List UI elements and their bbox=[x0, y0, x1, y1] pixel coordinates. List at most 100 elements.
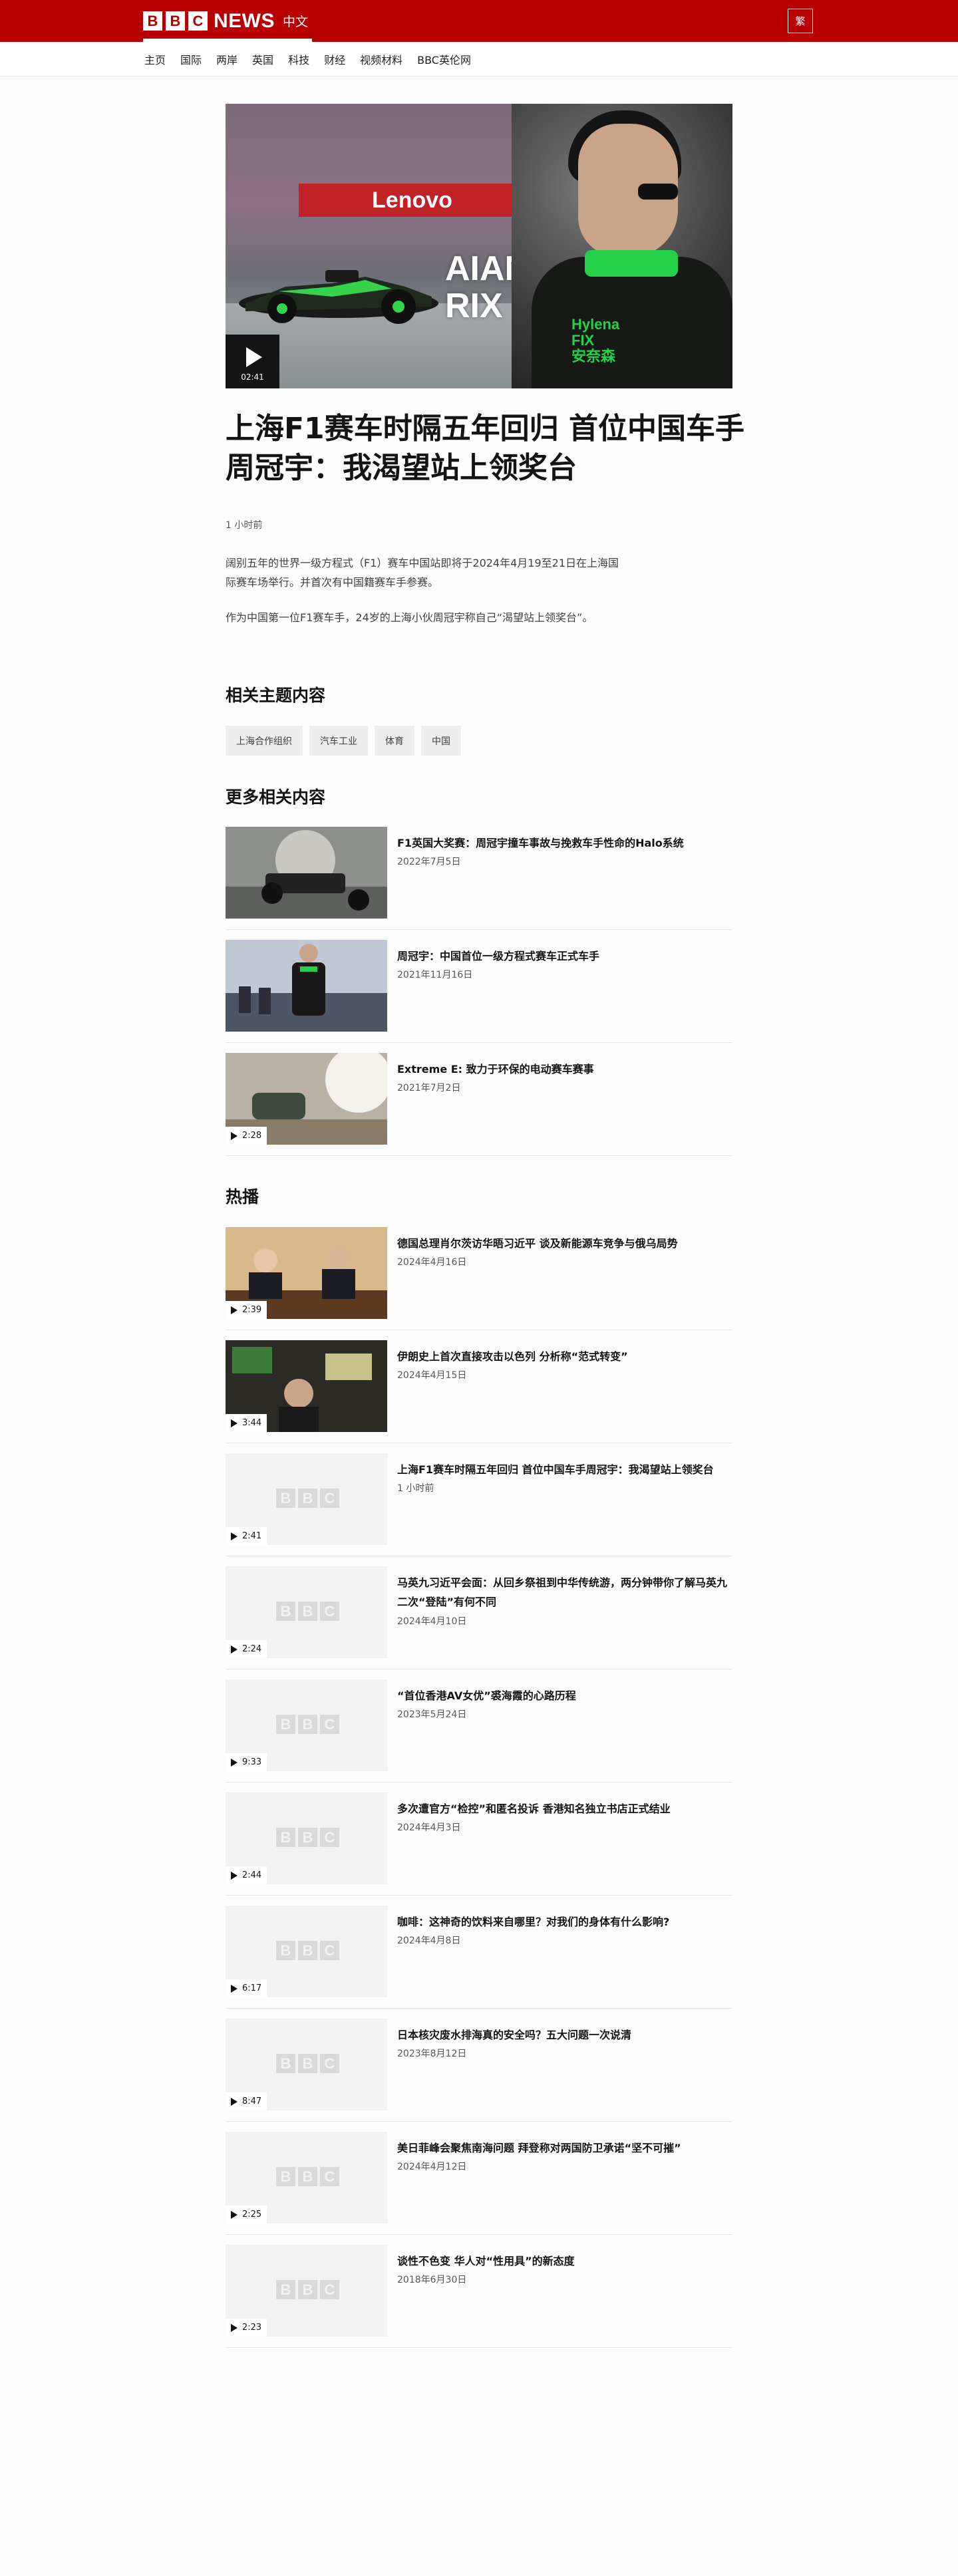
list-item-thumbnail[interactable]: B B C 6:17 bbox=[226, 1906, 387, 1997]
list-item-title[interactable]: 德国总理肖尔茨访华晤习近平 谈及新能源车竞争与俄乌局势 bbox=[397, 1234, 732, 1253]
list-item[interactable]: F1英国大奖赛：周冠宇撞车事故与挽救车手性命的Halo系统 2022年7月5日 bbox=[226, 827, 732, 930]
nav-item[interactable]: 国际 bbox=[180, 51, 202, 67]
list-item-date: 2021年7月2日 bbox=[397, 1083, 461, 1093]
traditional-chinese-button[interactable]: 繁 bbox=[788, 9, 813, 33]
list-item-thumbnail[interactable] bbox=[226, 827, 387, 919]
placeholder-logo-letter: B bbox=[298, 2280, 317, 2299]
video-duration: 2:24 bbox=[242, 1644, 262, 1654]
placeholder-logo-letter: B bbox=[298, 1941, 317, 1960]
topic-tag[interactable]: 上海合作组织 bbox=[226, 726, 303, 756]
list-item-title[interactable]: 咖啡：这神奇的饮料来自哪里？对我们的身体有什么影响? bbox=[397, 1912, 732, 1932]
list-item-title[interactable]: 谈性不色变 华人对“性用具”的新态度 bbox=[397, 2251, 732, 2271]
bbc-placeholder-logo: BBC bbox=[276, 1941, 339, 1960]
list-item-thumbnail[interactable]: B B C 9:33 bbox=[226, 1679, 387, 1771]
hero-video[interactable]: Lenovo AIAN RIX Hylena FIX 安奈森 bbox=[226, 104, 732, 388]
nav-bar: 主页 国际 两岸 英国 科技 财经 视频材料 BBC英伦网 bbox=[0, 42, 958, 76]
list-item[interactable]: 2:28 Extreme E: 致力于环保的电动赛车赛事 2021年7月2日 bbox=[226, 1053, 732, 1156]
video-duration-badge: 2:24 bbox=[226, 1640, 267, 1658]
bbc-placeholder-logo: BBC bbox=[276, 2167, 339, 2186]
nav-item[interactable]: 主页 bbox=[144, 51, 166, 67]
list-item-thumbnail[interactable] bbox=[226, 940, 387, 1032]
video-duration: 8:47 bbox=[242, 2096, 262, 2106]
list-item[interactable]: 3:44 伊朗史上首次直接攻击以色列 分析称“范式转变” 2024年4月15日 bbox=[226, 1340, 732, 1443]
list-item-thumbnail[interactable]: B B C 2:44 bbox=[226, 1792, 387, 1884]
list-item-thumbnail[interactable]: 2:28 bbox=[226, 1053, 387, 1145]
list-item-title[interactable]: 上海F1赛车时隔五年回归 首位中国车手周冠宇：我渴望站上领奖台 bbox=[397, 1460, 732, 1479]
list-item-title[interactable]: “首位香港AV女优”裘海霞的心路历程 bbox=[397, 1686, 732, 1705]
placeholder-logo-letter: B bbox=[276, 1941, 295, 1960]
list-item[interactable]: B B C 2:25 美日菲峰会聚焦南海问题 拜登称对两国防卫承诺“坚不可摧” 2024年… bbox=[226, 2132, 732, 2235]
list-item-title[interactable]: Extreme E: 致力于环保的电动赛车赛事 bbox=[397, 1060, 732, 1079]
driver-sunglasses bbox=[638, 184, 678, 200]
list-item-date: 2024年4月16日 bbox=[397, 1257, 467, 1268]
list-item-title[interactable]: 周冠宇：中国首位一级方程式赛车正式车手 bbox=[397, 946, 732, 966]
bbc-placeholder-logo: BBC bbox=[276, 1489, 339, 1508]
list-item-thumbnail[interactable]: B B C 2:41 bbox=[226, 1453, 387, 1545]
article-paragraph-2: 作为中国第一位F1赛车手，24岁的上海小伙周冠宇称自己“渴望站上领奖台”。 bbox=[226, 611, 593, 624]
list-item-title[interactable]: 美日菲峰会聚焦南海问题 拜登称对两国防卫承诺“坚不可摧” bbox=[397, 2138, 732, 2158]
video-duration: 6:17 bbox=[242, 1983, 262, 1993]
list-item-date: 2024年4月3日 bbox=[397, 1822, 461, 1833]
nav-item[interactable]: 英国 bbox=[252, 51, 273, 67]
list-item-title[interactable]: F1英国大奖赛：周冠宇撞车事故与挽救车手性命的Halo系统 bbox=[397, 833, 732, 853]
placeholder-logo-letter: B bbox=[276, 1489, 295, 1508]
list-item-date: 2024年4月12日 bbox=[397, 2162, 467, 2172]
related-topics-heading: 相关主题内容 bbox=[226, 686, 326, 705]
list-item-date: 1 小时前 bbox=[397, 1483, 434, 1494]
placeholder-logo-letter: B bbox=[276, 1602, 295, 1621]
nav-item[interactable]: 两岸 bbox=[216, 51, 238, 67]
placeholder-logo-letter: B bbox=[298, 1489, 317, 1508]
list-item-title[interactable]: 日本核灾废水排海真的安全吗？五大问题一次说清 bbox=[397, 2025, 732, 2045]
bbc-placeholder-logo: BBC bbox=[276, 1602, 339, 1621]
list-item-date: 2021年11月16日 bbox=[397, 970, 473, 980]
list-item[interactable]: B B C 2:24 马英九习近平会面：从回乡祭祖到中华传统游，两分钟带你了解马英九二次… bbox=[226, 1566, 732, 1669]
list-item-thumbnail[interactable]: B B C 2:23 bbox=[226, 2245, 387, 2337]
list-item[interactable]: 2:39 德国总理肖尔茨访华晤习近平 谈及新能源车竞争与俄乌局势 2024年4月16… bbox=[226, 1227, 732, 1330]
topic-tag[interactable]: 中国 bbox=[421, 726, 461, 756]
list-item[interactable]: B B C 2:44 多次遭官方“检控”和匿名投诉 香港知名独立书店正式结业 2024年4… bbox=[226, 1792, 732, 1896]
video-duration-badge: 2:44 bbox=[226, 1866, 267, 1884]
list-item-thumbnail[interactable]: B B C 2:25 bbox=[226, 2132, 387, 2223]
list-item-date: 2024年4月10日 bbox=[397, 1616, 467, 1627]
logo-news-text: NEWS bbox=[214, 9, 275, 32]
list-item[interactable]: 周冠宇：中国首位一级方程式赛车正式车手 2021年11月16日 bbox=[226, 940, 732, 1043]
bbc-news-logo[interactable]: B B C NEWS 中文 bbox=[143, 9, 308, 33]
topic-tag[interactable]: 汽车工业 bbox=[309, 726, 368, 756]
related-topics-tags: 上海合作组织 汽车工业 体育 中国 bbox=[226, 726, 461, 756]
bbc-placeholder-logo: BBC bbox=[276, 2280, 339, 2299]
video-duration: 2:41 bbox=[242, 1531, 262, 1541]
video-duration-badge: 2:28 bbox=[226, 1127, 267, 1145]
list-item-title[interactable]: 马英九习近平会面：从回乡祭祖到中华传统游，两分钟带你了解马英九二次“登陆”有何不… bbox=[397, 1573, 732, 1612]
nav-item[interactable]: 科技 bbox=[288, 51, 309, 67]
list-item[interactable]: B B C 6:17 咖啡：这神奇的饮料来自哪里？对我们的身体有什么影响? 2024年4月… bbox=[226, 1906, 732, 2009]
placeholder-logo-letter: C bbox=[320, 1941, 339, 1960]
list-item[interactable]: B B C 2:23 谈性不色变 华人对“性用具”的新态度 2018年6月30日 bbox=[226, 2245, 732, 2348]
placeholder-logo-letter: C bbox=[320, 1489, 339, 1508]
driver-suit-collar bbox=[585, 250, 678, 277]
list-item[interactable]: B B C 8:47 日本核灾废水排海真的安全吗？五大问题一次说清 2023年8月12日 bbox=[226, 2019, 732, 2122]
topic-tag[interactable]: 体育 bbox=[375, 726, 414, 756]
play-icon bbox=[231, 1984, 238, 1993]
list-item-thumbnail[interactable]: B B C 8:47 bbox=[226, 2019, 387, 2110]
placeholder-logo-letter: C bbox=[320, 2167, 339, 2186]
list-item-thumbnail[interactable]: B B C 2:24 bbox=[226, 1566, 387, 1658]
nav-items: 主页 国际 两岸 英国 科技 财经 视频材料 BBC英伦网 bbox=[144, 42, 471, 76]
list-item[interactable]: B B C 2:41 上海F1赛车时隔五年回归 首位中国车手周冠宇：我渴望站上领奖台 1 … bbox=[226, 1453, 732, 1556]
nav-item[interactable]: BBC英伦网 bbox=[417, 51, 471, 67]
nav-item[interactable]: 财经 bbox=[324, 51, 345, 67]
list-item-title[interactable]: 多次遭官方“检控”和匿名投诉 香港知名独立书店正式结业 bbox=[397, 1799, 732, 1818]
placeholder-logo-letter: C bbox=[320, 1602, 339, 1621]
list-item-thumbnail[interactable]: 3:44 bbox=[226, 1340, 387, 1432]
placeholder-logo-letter: B bbox=[298, 1828, 317, 1847]
placeholder-logo-letter: B bbox=[276, 2280, 295, 2299]
driver-suit-sponsor-text: Hylena FIX 安奈森 bbox=[571, 316, 620, 364]
list-item-date: 2022年7月5日 bbox=[397, 857, 461, 867]
list-item[interactable]: B B C 9:33 “首位香港AV女优”裘海霞的心路历程 2023年5月24日 bbox=[226, 1679, 732, 1783]
list-item-title[interactable]: 伊朗史上首次直接攻击以色列 分析称“范式转变” bbox=[397, 1347, 732, 1366]
video-duration-badge: 8:47 bbox=[226, 2092, 267, 2110]
list-item-thumbnail[interactable]: 2:39 bbox=[226, 1227, 387, 1319]
bbc-placeholder-logo: BBC bbox=[276, 1715, 339, 1734]
placeholder-logo-letter: B bbox=[298, 1715, 317, 1734]
play-icon bbox=[231, 1758, 238, 1767]
nav-item[interactable]: 视频材料 bbox=[360, 51, 402, 67]
